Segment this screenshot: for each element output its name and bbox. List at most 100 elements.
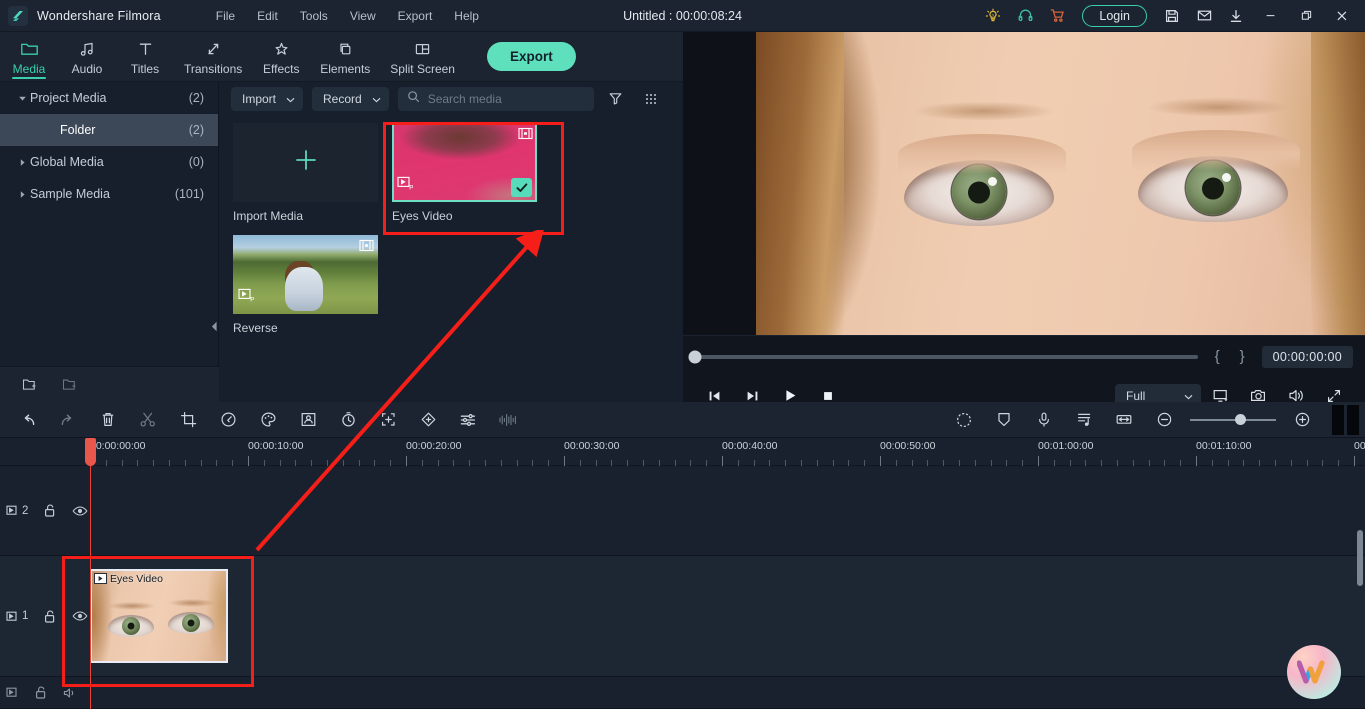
hair-right xyxy=(1311,32,1365,335)
search-input[interactable] xyxy=(427,91,585,106)
collapse-panel-icon[interactable] xyxy=(209,314,219,338)
ruler-tick-major xyxy=(406,456,407,466)
zoom-in-icon[interactable] xyxy=(1282,403,1322,437)
bulb-icon[interactable]: S xyxy=(978,3,1008,29)
keyframe-icon[interactable] xyxy=(408,403,448,437)
menu-view[interactable]: View xyxy=(339,5,387,27)
audio-mixer-icon[interactable] xyxy=(1064,403,1104,437)
ruler-label: 00:00:10:00 xyxy=(248,440,304,452)
zoom-out-icon[interactable] xyxy=(1144,403,1184,437)
tree-item-project-media[interactable]: Project Media (2) xyxy=(0,82,218,114)
audio-waveform-icon[interactable] xyxy=(488,403,528,437)
minimize-button[interactable] xyxy=(1253,2,1287,30)
timeline-ruler[interactable]: 00:00:00:00 00:00:10:00 00:00:20:00 00:0… xyxy=(0,438,1365,466)
download-icon[interactable] xyxy=(1221,3,1251,29)
cart-icon[interactable] xyxy=(1042,3,1072,29)
tab-titles[interactable]: Titles xyxy=(116,32,174,82)
zoom-slider-handle[interactable] xyxy=(1234,414,1246,425)
menu-tools[interactable]: Tools xyxy=(289,5,339,27)
unlock-icon[interactable] xyxy=(33,685,49,700)
audio-waveform-icon[interactable] xyxy=(63,687,79,699)
new-folder-icon[interactable] xyxy=(22,377,38,392)
timeline-track-extra[interactable] xyxy=(0,677,1365,709)
caret-down-icon[interactable] xyxy=(14,94,30,103)
preview-scrubber[interactable] xyxy=(688,350,1198,363)
caret-right-icon[interactable] xyxy=(14,158,30,167)
library-tree-footer xyxy=(0,366,219,402)
tab-media[interactable]: Media xyxy=(0,32,58,82)
tree-item-folder[interactable]: Folder (2) xyxy=(0,114,218,146)
preview-video-frame[interactable] xyxy=(756,32,1365,335)
timeline-track-2[interactable]: 2 xyxy=(0,466,1365,556)
tab-split-screen[interactable]: Split Screen xyxy=(380,32,465,82)
redo-icon[interactable] xyxy=(48,403,88,437)
timeline-clip-eyes-video[interactable]: Eyes Video xyxy=(90,569,228,663)
grid-view-icon[interactable] xyxy=(638,87,664,111)
caret-right-icon[interactable] xyxy=(14,190,30,199)
undo-icon[interactable] xyxy=(8,403,48,437)
selection-ring xyxy=(392,123,537,202)
import-media-thumb[interactable] xyxy=(233,123,378,202)
eye-icon[interactable] xyxy=(72,610,88,622)
voiceover-icon[interactable] xyxy=(1024,403,1064,437)
remove-folder-icon[interactable] xyxy=(62,377,78,392)
motion-tracking-icon[interactable] xyxy=(944,403,984,437)
tree-item-global-media[interactable]: Global Media (0) xyxy=(0,146,218,178)
clip-left-eye xyxy=(108,615,154,637)
scrubber-handle[interactable] xyxy=(688,350,702,363)
menu-help[interactable]: Help xyxy=(443,5,490,27)
right-brow xyxy=(1140,94,1296,116)
timeline-track-1[interactable]: 1 Eyes Video xyxy=(0,556,1365,677)
preview-quality-value: Full xyxy=(1126,388,1146,403)
tab-elements[interactable]: Elements xyxy=(310,32,380,82)
close-button[interactable] xyxy=(1325,2,1359,30)
eye-icon[interactable] xyxy=(72,505,88,517)
mask-icon[interactable] xyxy=(984,403,1024,437)
speed-icon[interactable] xyxy=(208,403,248,437)
playhead-handle[interactable] xyxy=(85,438,96,466)
timeline-playhead[interactable] xyxy=(85,438,96,709)
render-marker-blocks[interactable] xyxy=(1332,404,1359,435)
record-label: Record xyxy=(323,91,362,106)
ruler-tick-major xyxy=(1354,456,1355,466)
media-item-reverse[interactable]: P Reverse xyxy=(233,235,378,335)
unlock-icon[interactable] xyxy=(42,503,58,518)
search-media-box[interactable] xyxy=(397,86,594,111)
tree-item-count: (2) xyxy=(188,91,204,105)
export-button[interactable]: Export xyxy=(486,42,576,71)
tree-item-sample-media[interactable]: Sample Media (101) xyxy=(0,178,218,210)
restore-button[interactable] xyxy=(1289,2,1323,30)
menu-file[interactable]: File xyxy=(205,5,246,27)
adjust-sliders-icon[interactable] xyxy=(448,403,488,437)
tab-audio[interactable]: Audio xyxy=(58,32,116,82)
unlock-icon[interactable] xyxy=(42,609,58,624)
crop-icon[interactable] xyxy=(168,403,208,437)
timeline-vertical-scrollbar[interactable] xyxy=(1357,530,1363,586)
delete-icon[interactable] xyxy=(88,403,128,437)
mark-in-button[interactable]: { xyxy=(1212,348,1223,365)
tab-effects[interactable]: Effects xyxy=(252,32,310,82)
headset-icon[interactable] xyxy=(1010,3,1040,29)
filter-icon[interactable] xyxy=(603,87,629,111)
split-scissors-icon[interactable] xyxy=(128,403,168,437)
crop-zoom-icon[interactable] xyxy=(368,403,408,437)
mark-out-button[interactable]: } xyxy=(1237,348,1248,365)
color-icon[interactable] xyxy=(248,403,288,437)
timeline-zoom-slider[interactable] xyxy=(1190,410,1276,430)
tab-transitions[interactable]: Transitions xyxy=(174,32,252,82)
media-item-import[interactable]: Import Media xyxy=(233,123,378,223)
media-item-eyes-video[interactable]: P Eyes Video xyxy=(392,123,537,223)
fit-timeline-icon[interactable] xyxy=(1104,403,1144,437)
eyes-video-thumb[interactable]: P xyxy=(392,123,537,202)
save-icon[interactable] xyxy=(1157,3,1187,29)
import-dropdown[interactable]: Import xyxy=(231,86,304,111)
menu-edit[interactable]: Edit xyxy=(246,5,289,27)
menu-export[interactable]: Export xyxy=(387,5,444,27)
mail-icon[interactable] xyxy=(1189,3,1219,29)
reverse-thumb[interactable]: P xyxy=(233,235,378,314)
duration-icon[interactable] xyxy=(328,403,368,437)
green-screen-icon[interactable] xyxy=(288,403,328,437)
record-dropdown[interactable]: Record xyxy=(312,86,389,111)
track-header-2: 2 xyxy=(0,466,90,555)
login-button[interactable]: Login xyxy=(1082,4,1147,27)
